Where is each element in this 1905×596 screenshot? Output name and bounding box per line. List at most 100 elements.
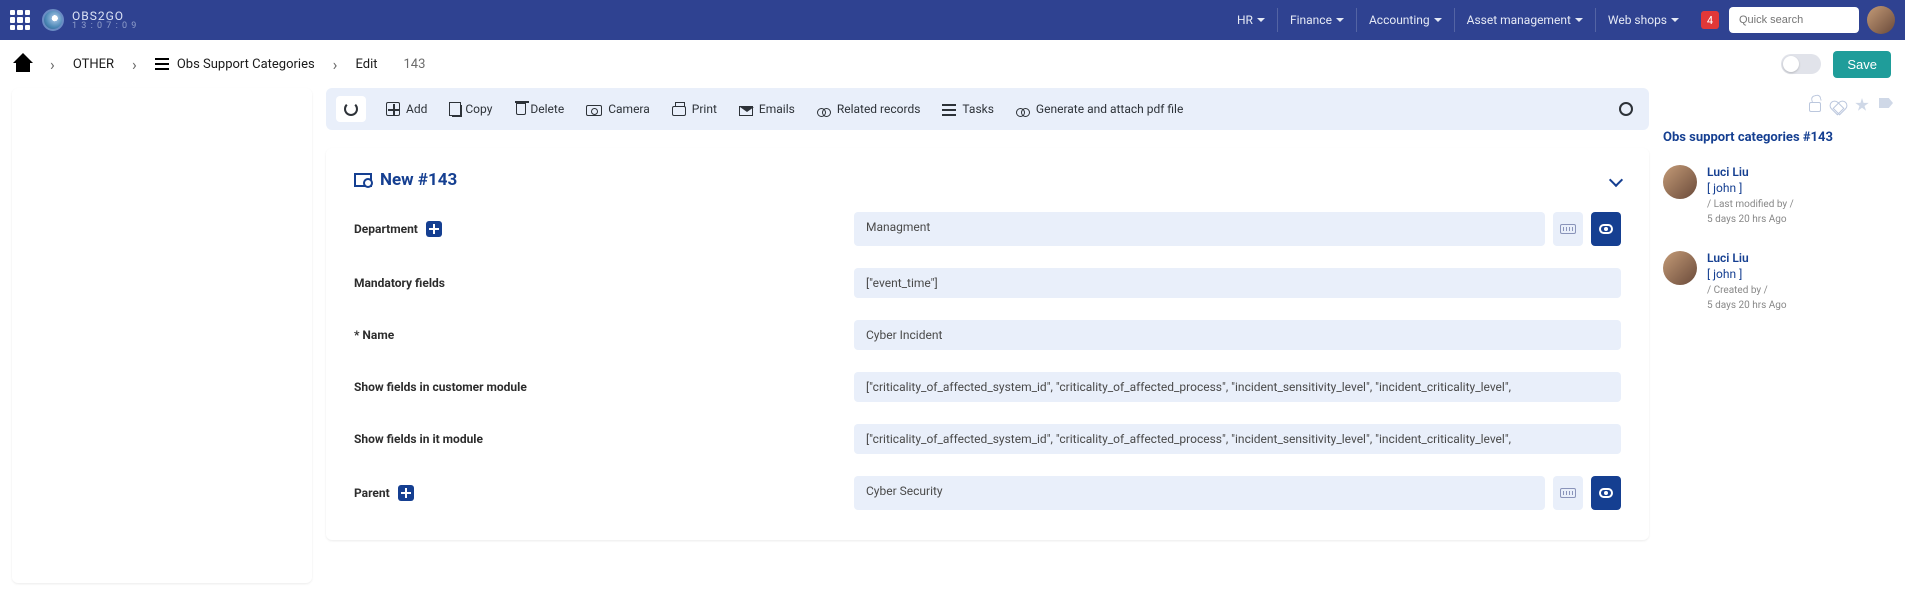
label-text: Department	[354, 222, 418, 236]
field-label: Parent	[354, 485, 854, 501]
copy-icon	[452, 105, 462, 117]
tasks-icon	[942, 104, 956, 116]
audit-avatar[interactable]	[1663, 165, 1697, 199]
crumb-id: 143	[404, 57, 426, 72]
tool-label: Emails	[759, 102, 795, 116]
apps-grid-icon[interactable]	[10, 10, 30, 30]
eye-icon	[1599, 224, 1613, 234]
card-title: New #143	[380, 170, 457, 190]
eye-icon	[1599, 488, 1613, 498]
audit-username[interactable]: [ john ]	[1707, 181, 1794, 195]
right-panel: Obs support categories #143 Luci Liu [ j…	[1663, 88, 1893, 583]
emails-button[interactable]: Emails	[737, 98, 797, 120]
nav-label: Asset management	[1467, 13, 1571, 27]
row-department: Department Managment	[354, 212, 1621, 246]
nav-label: HR	[1237, 13, 1253, 27]
delete-button[interactable]: Delete	[512, 98, 566, 120]
print-icon	[672, 106, 686, 116]
brand-logo[interactable]: OBS2GO 1 3 : 0 7 : 0 9	[42, 9, 137, 31]
nav-web-shops[interactable]: Web shops	[1596, 8, 1691, 32]
field-label: Department	[354, 221, 854, 237]
field-label: * Name	[354, 328, 854, 342]
breadcrumb-bar: › OTHER › Obs Support Categories › Edit …	[0, 40, 1905, 88]
tag-icon[interactable]	[1879, 98, 1893, 108]
nav-accounting[interactable]: Accounting	[1357, 8, 1455, 32]
copy-button[interactable]: Copy	[447, 98, 494, 120]
main-nav: HR Finance Accounting Asset management W…	[1225, 8, 1691, 32]
tool-label: Tasks	[962, 102, 994, 116]
field-label: Show fields in it module	[354, 432, 854, 446]
caret-down-icon	[1575, 18, 1583, 22]
list-icon	[155, 58, 169, 70]
caret-down-icon	[1336, 18, 1344, 22]
audit-user-name[interactable]: Luci Liu	[1707, 165, 1794, 179]
attach-icon	[1016, 108, 1030, 116]
view-department-button[interactable]	[1591, 212, 1621, 246]
department-input[interactable]: Managment	[854, 212, 1545, 246]
nav-finance[interactable]: Finance	[1278, 8, 1357, 32]
clock-text: 1 3 : 0 7 : 0 9	[72, 22, 137, 31]
audit-username[interactable]: [ john ]	[1707, 267, 1787, 281]
mail-icon	[739, 106, 753, 116]
refresh-button[interactable]	[336, 96, 366, 122]
audit-entry: Luci Liu [ john ] / Created by / 5 days …	[1663, 251, 1893, 311]
crumb-categories[interactable]: Obs Support Categories	[155, 57, 315, 72]
keyboard-button[interactable]	[1553, 476, 1583, 510]
save-button[interactable]: Save	[1833, 51, 1891, 78]
toggle-switch[interactable]	[1781, 54, 1821, 74]
name-input[interactable]: Cyber Incident	[854, 320, 1621, 350]
heart-icon[interactable]	[1831, 100, 1845, 112]
tool-label: Print	[692, 102, 717, 116]
audit-action: / Created by /	[1707, 285, 1787, 296]
crumb-other[interactable]: OTHER	[73, 57, 114, 72]
print-button[interactable]: Print	[670, 98, 719, 120]
home-icon[interactable]	[14, 56, 32, 72]
view-parent-button[interactable]	[1591, 476, 1621, 510]
parent-input[interactable]: Cyber Security	[854, 476, 1545, 510]
tool-label: Delete	[530, 102, 564, 116]
notifications-badge[interactable]: 4	[1701, 11, 1719, 29]
audit-user-name[interactable]: Luci Liu	[1707, 251, 1787, 265]
camera-button[interactable]: Camera	[584, 98, 652, 120]
unlock-icon[interactable]	[1809, 102, 1821, 112]
caret-down-icon	[1257, 18, 1265, 22]
show-customer-input[interactable]: ["criticality_of_affected_system_id", "c…	[854, 372, 1621, 402]
keyboard-icon	[1560, 224, 1576, 234]
add-department-button[interactable]	[426, 221, 442, 237]
chevron-right-icon: ›	[132, 55, 137, 74]
caret-down-icon	[1434, 18, 1442, 22]
link-icon	[817, 108, 831, 116]
caret-down-icon	[1671, 18, 1679, 22]
nav-label: Finance	[1290, 13, 1332, 27]
settings-button[interactable]	[1613, 96, 1639, 122]
row-name: * Name Cyber Incident	[354, 320, 1621, 350]
nav-hr[interactable]: HR	[1225, 8, 1278, 32]
audit-entry: Luci Liu [ john ] / Last modified by / 5…	[1663, 165, 1893, 225]
generate-pdf-button[interactable]: Generate and attach pdf file	[1014, 98, 1185, 120]
field-label: Mandatory fields	[354, 276, 854, 290]
collapse-icon[interactable]	[1609, 173, 1623, 187]
add-button[interactable]: Add	[384, 98, 429, 120]
mandatory-input[interactable]: ["event_time"]	[854, 268, 1621, 298]
tool-label: Related records	[837, 102, 921, 116]
quick-search-input[interactable]	[1729, 7, 1859, 33]
show-it-input[interactable]: ["criticality_of_affected_system_id", "c…	[854, 424, 1621, 454]
audit-time: 5 days 20 hrs Ago	[1707, 214, 1794, 225]
logo-icon	[42, 9, 64, 31]
keyboard-icon	[1560, 488, 1576, 498]
star-icon[interactable]	[1855, 98, 1869, 112]
brand-text: OBS2GO	[72, 10, 137, 22]
add-parent-button[interactable]	[398, 485, 414, 501]
audit-avatar[interactable]	[1663, 251, 1697, 285]
keyboard-button[interactable]	[1553, 212, 1583, 246]
nav-label: Accounting	[1369, 13, 1430, 27]
user-avatar[interactable]	[1867, 6, 1895, 34]
related-records-button[interactable]: Related records	[815, 98, 923, 120]
crumb-edit: Edit	[355, 57, 377, 72]
tool-label: Copy	[465, 102, 492, 116]
camera-icon	[586, 105, 602, 116]
record-card: New #143 Department Managment Mandatory …	[326, 148, 1649, 540]
nav-asset-management[interactable]: Asset management	[1455, 8, 1596, 32]
tasks-button[interactable]: Tasks	[940, 98, 996, 120]
chevron-right-icon: ›	[50, 55, 55, 74]
